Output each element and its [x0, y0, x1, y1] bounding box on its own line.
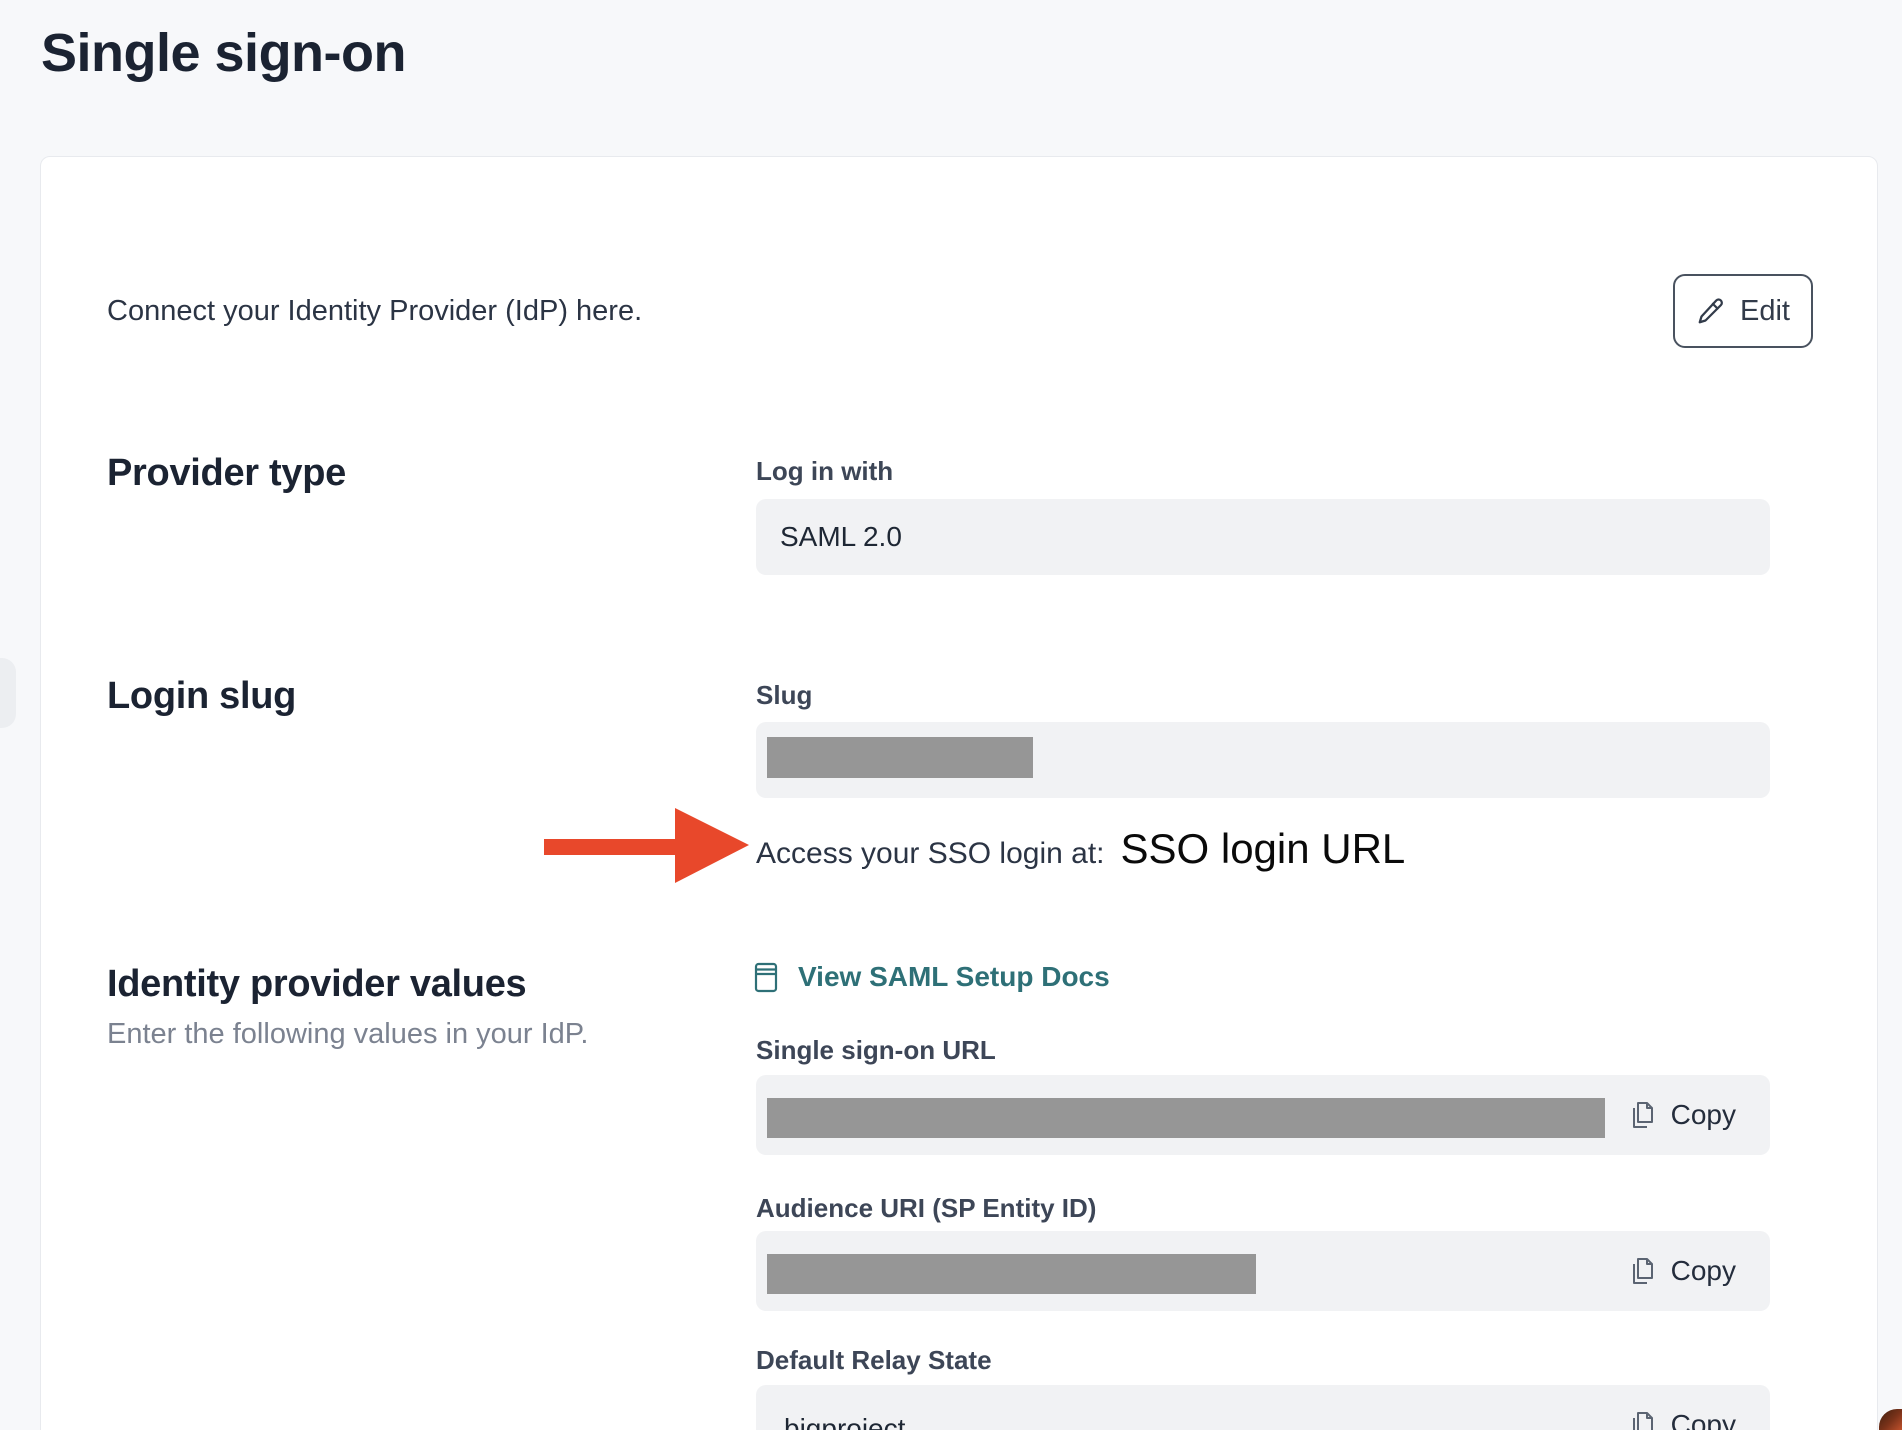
copy-icon: [1630, 1100, 1655, 1131]
copy-button-label: Copy: [1671, 1099, 1736, 1131]
intro-text: Connect your Identity Provider (IdP) her…: [107, 295, 642, 328]
copy-button-label: Copy: [1671, 1255, 1736, 1287]
annotation-arrow: [544, 839, 675, 855]
docs-icon: [754, 962, 778, 993]
login-slug-heading: Login slug: [107, 675, 296, 718]
copy-audience-uri-button[interactable]: Copy: [1630, 1255, 1736, 1287]
pencil-icon: [1696, 296, 1726, 326]
slug-label: Slug: [756, 680, 812, 711]
idp-values-subheading: Enter the following values in your IdP.: [107, 1018, 588, 1051]
provider-type-heading: Provider type: [107, 452, 346, 495]
edit-button[interactable]: Edit: [1673, 274, 1813, 348]
saml-docs-link-label: View SAML Setup Docs: [798, 961, 1110, 993]
side-drawer-handle: [0, 658, 16, 728]
slug-value-box: [756, 722, 1770, 798]
copy-relay-state-button[interactable]: Copy: [1630, 1409, 1736, 1430]
copy-icon: [1630, 1256, 1655, 1287]
audience-uri-label: Audience URI (SP Entity ID): [756, 1193, 1096, 1224]
login-with-label: Log in with: [756, 456, 893, 487]
sso-url-label: Single sign-on URL: [756, 1035, 996, 1066]
sso-access-note: Access your SSO login at: SSO login URL: [756, 825, 1405, 873]
annotation-arrow-head: [675, 808, 749, 883]
slug-redacted-value: [767, 737, 1033, 778]
copy-icon: [1630, 1410, 1655, 1430]
page-title: Single sign-on: [41, 22, 406, 84]
default-relay-state-label: Default Relay State: [756, 1345, 992, 1376]
sso-access-prefix: Access your SSO login at:: [756, 837, 1105, 871]
sso-url-redacted-value: [767, 1098, 1605, 1138]
sso-login-url-annotation: SSO login URL: [1121, 825, 1406, 873]
sso-url-value-box: Copy: [756, 1075, 1770, 1155]
provider-type-value-box: SAML 2.0: [756, 499, 1770, 575]
default-relay-state-value: bigproject: [784, 1413, 905, 1430]
provider-type-value: SAML 2.0: [780, 521, 902, 553]
default-relay-state-value-box: bigproject Copy: [756, 1385, 1770, 1430]
audience-uri-redacted-value: [767, 1254, 1256, 1294]
idp-values-heading: Identity provider values: [107, 963, 526, 1006]
edit-button-label: Edit: [1740, 295, 1790, 328]
corner-artifact: [1879, 1409, 1902, 1430]
copy-sso-url-button[interactable]: Copy: [1630, 1099, 1736, 1131]
sso-settings-card: Connect your Identity Provider (IdP) her…: [40, 156, 1878, 1430]
saml-docs-link[interactable]: View SAML Setup Docs: [754, 961, 1110, 993]
copy-button-label: Copy: [1671, 1409, 1736, 1430]
audience-uri-value-box: Copy: [756, 1231, 1770, 1311]
